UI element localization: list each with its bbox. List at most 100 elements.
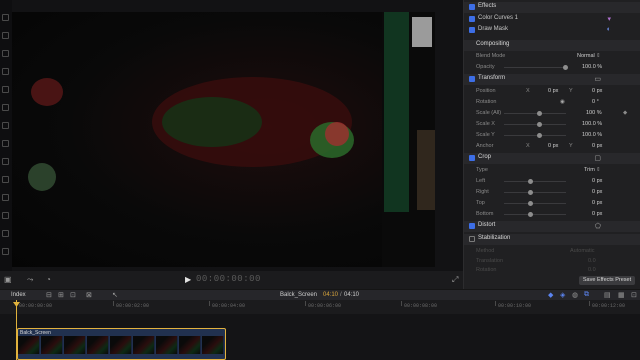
crop-left-slider-track[interactable] — [504, 181, 566, 182]
save-effects-preset-button[interactable]: Save Effects Preset — [579, 276, 635, 285]
keyframe-diamond-icon[interactable]: ◆ — [623, 110, 627, 116]
overwrite-clip-icon[interactable]: ⊠ — [86, 291, 92, 299]
crop-bottom-slider-track[interactable] — [504, 214, 566, 215]
scale-all-row: Scale (All) 100 % ◆ — [464, 108, 640, 119]
append-clip-icon[interactable]: ⊡ — [70, 291, 76, 299]
crop-top-value[interactable]: 0 px — [592, 200, 602, 206]
clip-thumbnail — [18, 336, 40, 354]
mask-icon[interactable]: ◐ — [607, 26, 611, 33]
skimming-icon[interactable]: ◆ — [548, 291, 553, 299]
transform-checkbox[interactable] — [469, 76, 475, 82]
opacity-slider-knob[interactable] — [563, 65, 568, 70]
crop-bottom-value[interactable]: 0 px — [592, 211, 602, 217]
scale-y-slider-track[interactable] — [504, 135, 566, 136]
viewer-timecode: 00:00:00:00 — [196, 274, 261, 284]
stabilization-section[interactable]: Stabilization — [464, 234, 640, 245]
transform-section[interactable]: Transform ▭ — [464, 74, 640, 85]
crop-checkbox[interactable] — [469, 155, 475, 161]
scale-all-slider-knob[interactable] — [537, 111, 542, 116]
crop-type-select[interactable]: Trim — [584, 167, 595, 173]
draw-mask-row[interactable]: Draw Mask ◐ — [464, 25, 640, 36]
strip-marker — [2, 32, 9, 39]
clip-appearance-icon[interactable]: ▤ — [604, 291, 611, 299]
crop-section[interactable]: Crop ▢ — [464, 153, 640, 164]
stabilization-header: Stabilization — [478, 235, 511, 241]
effects-browser-icon[interactable]: ▦ — [618, 291, 625, 299]
color-curves-label: Color Curves 1 — [478, 15, 519, 21]
position-x-value[interactable]: 0 px — [548, 88, 558, 94]
crop-right-slider-track[interactable] — [504, 192, 566, 193]
scale-all-slider-track[interactable] — [504, 113, 566, 114]
speed-icon[interactable]: ◔ — [46, 275, 51, 285]
select-tool-icon[interactable]: ↖ — [112, 291, 118, 299]
crop-left-slider-knob[interactable] — [528, 179, 533, 184]
ruler-tick — [589, 301, 590, 306]
timeline-clip[interactable]: Balck_Screen — [17, 328, 226, 360]
color-curves-icon[interactable]: ▾ — [607, 15, 611, 23]
crop-right-value[interactable]: 0 px — [592, 189, 602, 195]
rotation-dial-icon[interactable]: ◉ — [560, 99, 565, 105]
strip-marker — [2, 86, 9, 93]
stabilization-checkbox[interactable] — [469, 236, 475, 242]
project-name: Balck_Screen — [280, 292, 318, 298]
distort-section[interactable]: Distort ⬠ — [464, 221, 640, 232]
insert-clip-icon[interactable]: ⊞ — [58, 291, 64, 299]
timeline-toolbar: Index ⊟ ⊞ ⊡ ⊠ ↖ Balck_Screen 04:10 / 04:… — [0, 289, 640, 300]
distort-onscreen-icon[interactable]: ⬠ — [595, 222, 601, 230]
scale-y-value[interactable]: 100.0 % — [582, 132, 602, 138]
crop-left-value[interactable]: 0 px — [592, 178, 602, 184]
video-frame[interactable] — [12, 12, 435, 267]
opacity-slider-track[interactable] — [504, 67, 566, 68]
strip-marker — [2, 158, 9, 165]
color-curves-checkbox[interactable] — [469, 16, 475, 22]
position-y-label: Y — [569, 88, 573, 94]
connect-clip-icon[interactable]: ⊟ — [46, 291, 52, 299]
scale-x-slider-track[interactable] — [504, 124, 566, 125]
video-image — [28, 12, 435, 267]
scale-y-slider-knob[interactable] — [537, 133, 542, 138]
blend-mode-select[interactable]: Normal — [577, 53, 595, 59]
project-duration: 04:10 — [344, 292, 360, 298]
view-options-icon[interactable]: ▣ — [4, 275, 12, 285]
fullscreen-icon[interactable]: ⤢ — [452, 275, 458, 285]
ruler-tick — [305, 301, 306, 306]
effects-section[interactable]: Effects — [464, 2, 640, 13]
opacity-value[interactable]: 100.0 % — [582, 64, 602, 70]
crop-top-slider-knob[interactable] — [528, 201, 533, 206]
clip-thumbnail — [64, 336, 86, 354]
clip-thumbnail — [87, 336, 109, 354]
rotation-value[interactable]: 0 ° — [592, 99, 599, 105]
anchor-y-value[interactable]: 0 px — [592, 143, 602, 149]
transitions-browser-icon[interactable]: ⊡ — [631, 291, 637, 299]
crop-top-row: Top 0 px — [464, 198, 640, 209]
crop-onscreen-icon[interactable]: ▢ — [594, 154, 601, 162]
anchor-x-value[interactable]: 0 px — [548, 143, 558, 149]
scale-x-slider-knob[interactable] — [537, 122, 542, 127]
blend-mode-label: Blend Mode — [476, 53, 506, 59]
chevron-updown-icon[interactable]: ⇕ — [596, 53, 601, 59]
color-curves-row[interactable]: Color Curves 1 ▾ — [464, 14, 640, 25]
index-button[interactable]: Index — [11, 292, 26, 298]
timeline-ruler[interactable]: 00:00:00:00 00:00:02:00 00:00:04:00 00:0… — [0, 300, 640, 314]
playhead[interactable] — [16, 300, 17, 360]
scale-all-value[interactable]: 100 % — [586, 110, 602, 116]
solo-icon[interactable]: ◍ — [572, 291, 578, 299]
position-y-value[interactable]: 0 px — [592, 88, 602, 94]
distort-checkbox[interactable] — [469, 223, 475, 229]
play-icon[interactable]: ▶ — [185, 275, 191, 284]
audio-skimming-icon[interactable]: ◈ — [560, 291, 565, 299]
scale-x-value[interactable]: 100.0 % — [582, 121, 602, 127]
transform-onscreen-icon[interactable]: ▭ — [594, 75, 601, 83]
crop-top-slider-track[interactable] — [504, 203, 566, 204]
strip-marker — [2, 248, 9, 255]
strip-marker — [2, 140, 9, 147]
effects-checkbox[interactable] — [469, 4, 475, 10]
snapping-icon[interactable]: ⧉ — [584, 291, 589, 299]
crop-bottom-slider-knob[interactable] — [528, 212, 533, 217]
transform-tool-icon[interactable]: ⤳ — [27, 275, 33, 285]
crop-right-slider-knob[interactable] — [528, 190, 533, 195]
compositing-section[interactable]: Compositing — [464, 40, 640, 51]
video-inspector: Effects Color Curves 1 ▾ Draw Mask ◐ Com… — [463, 0, 640, 289]
draw-mask-checkbox[interactable] — [469, 27, 475, 33]
chevron-updown-icon[interactable]: ⇕ — [596, 167, 601, 173]
